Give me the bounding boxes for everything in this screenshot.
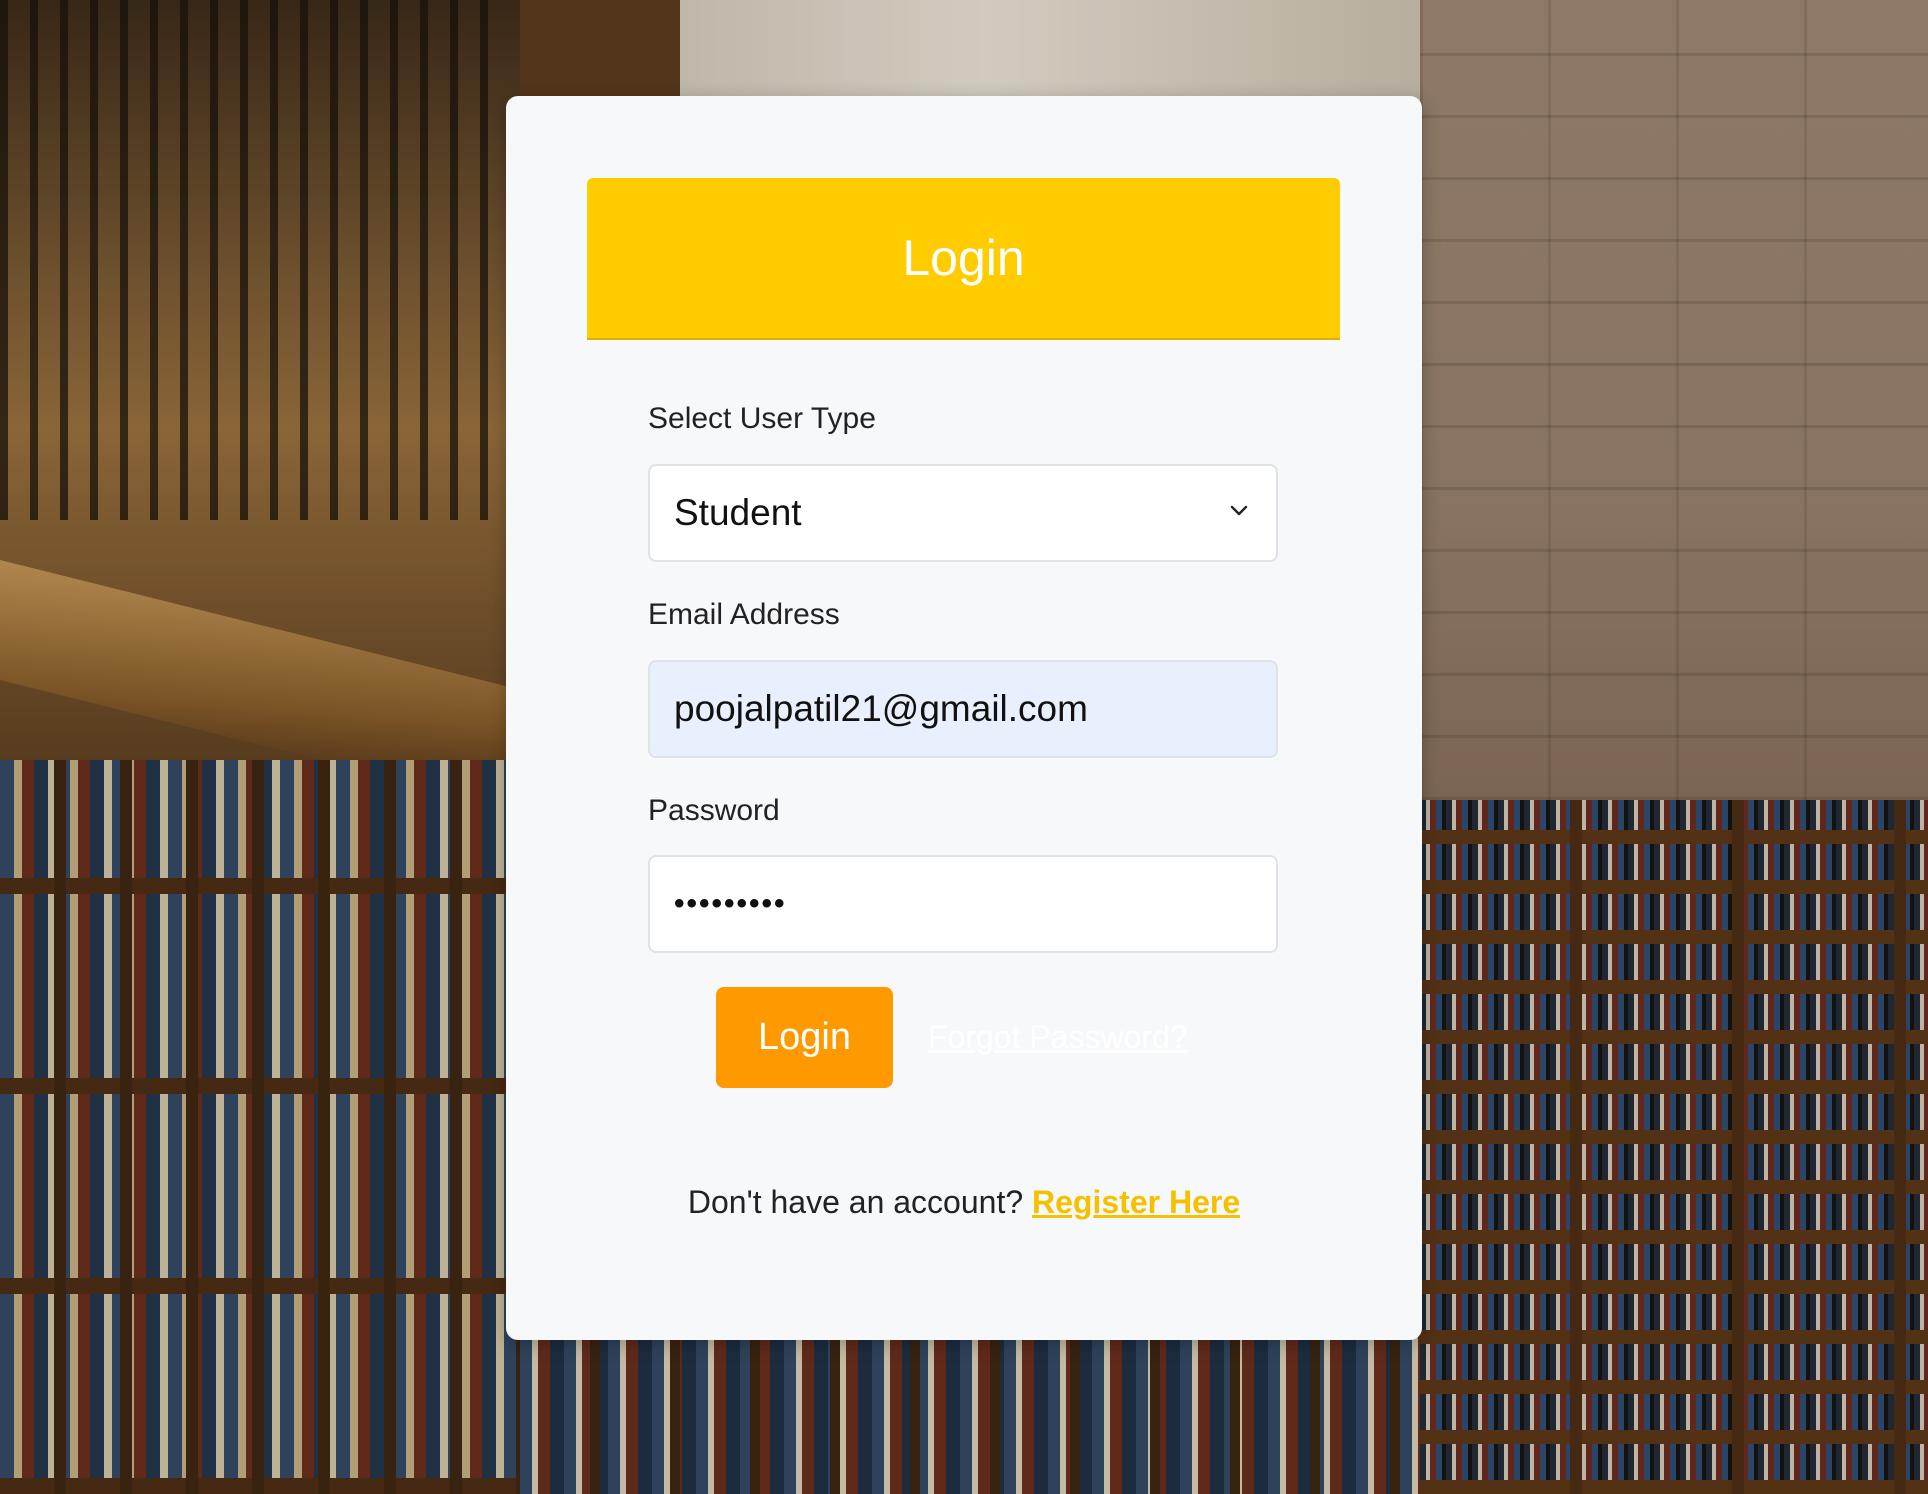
password-field[interactable]: •••••••••: [648, 855, 1278, 953]
register-link[interactable]: Register Here: [1032, 1184, 1240, 1220]
email-value: poojalpatil21@gmail.com: [674, 688, 1088, 729]
login-button[interactable]: Login: [716, 987, 893, 1088]
register-prompt: Don't have an account?: [687, 1184, 1024, 1220]
email-field[interactable]: poojalpatil21@gmail.com: [648, 660, 1278, 758]
page-title: Login: [902, 230, 1025, 286]
chevron-down-icon: [1230, 505, 1248, 516]
user-type-select[interactable]: Student: [648, 464, 1278, 562]
register-row: Don't have an account? Register Here: [506, 1184, 1422, 1221]
user-type-selected-value: Student: [674, 492, 802, 533]
forgot-password-link[interactable]: Forgot Password?: [928, 1019, 1188, 1056]
password-masked-value: •••••••••: [674, 887, 787, 920]
password-label: Password: [648, 794, 780, 827]
login-button-label: Login: [758, 1016, 851, 1058]
login-card: Login Select User Type Student Email Add…: [506, 96, 1422, 1340]
login-header: Login: [587, 178, 1340, 340]
user-type-label: Select User Type: [648, 402, 876, 435]
email-label: Email Address: [648, 598, 840, 631]
